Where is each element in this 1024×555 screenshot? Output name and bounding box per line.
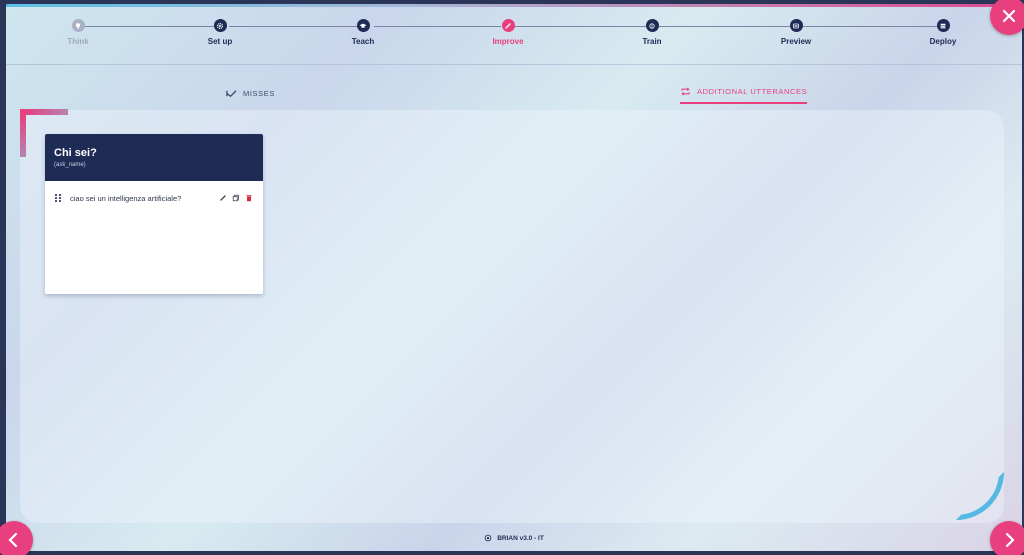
version-label: BRIAN v3.0 - IT (497, 534, 544, 542)
step-preview[interactable]: Preview (756, 19, 836, 46)
step-train[interactable]: Train (612, 19, 692, 46)
step-label: Improve (492, 37, 524, 46)
intent-card-header: Chi sei? (ask_name) (45, 134, 263, 181)
step-deploy[interactable]: Deploy (903, 19, 983, 46)
intent-name: (ask_name) (54, 162, 86, 168)
app-footer: BRIAN v3.0 - IT (6, 534, 1022, 542)
drag-handle-icon[interactable] (55, 194, 61, 202)
check-curve-icon (226, 89, 237, 97)
delete-icon[interactable] (245, 194, 253, 202)
step-improve[interactable]: Improve (468, 19, 548, 46)
header-divider (6, 64, 1022, 65)
close-icon (1002, 9, 1016, 23)
edit-icon[interactable] (219, 194, 227, 202)
intent-title: Chi sei? (54, 147, 97, 159)
wizard-stepper: Think Set up Teach Improve Train Preview… (6, 4, 1022, 64)
brain-logo-icon (484, 534, 492, 542)
step-think[interactable]: Think (38, 19, 118, 46)
train-icon (645, 19, 659, 32)
step-teach[interactable]: Teach (323, 19, 403, 46)
intent-card: Chi sei? (ask_name) ciao sei un intellig… (45, 134, 263, 294)
step-label: Teach (351, 37, 375, 46)
step-set-up[interactable]: Set up (180, 19, 260, 46)
tab-label: ADDITIONAL UTTERANCES (697, 86, 808, 96)
graduation-cap-icon (356, 19, 370, 32)
chevron-right-icon (1005, 532, 1015, 548)
tab-misses[interactable]: MISSES (226, 82, 275, 104)
copy-icon[interactable] (232, 194, 240, 202)
deploy-icon (936, 19, 950, 32)
step-label: Deploy (929, 37, 957, 46)
tab-additional-utterances[interactable]: ADDITIONAL UTTERANCES (680, 82, 808, 104)
step-label: Think (67, 37, 89, 46)
close-button[interactable] (990, 0, 1024, 35)
bulb-icon (71, 19, 85, 32)
step-label: Preview (780, 37, 812, 46)
app-frame: Think Set up Teach Improve Train Preview… (6, 4, 1022, 551)
gear-icon (213, 19, 227, 32)
preview-icon (789, 19, 803, 32)
step-label: Set up (207, 37, 233, 46)
tab-label: MISSES (243, 88, 275, 98)
utterance-text: ciao sei un intelligenza artificiale? (70, 193, 182, 203)
pencil-icon (501, 19, 515, 32)
repeat-icon (681, 86, 690, 96)
chevron-left-icon (8, 532, 18, 548)
list-item[interactable]: ciao sei un intelligenza artificiale? (45, 181, 263, 215)
next-button[interactable] (990, 521, 1024, 555)
step-label: Train (642, 37, 662, 46)
